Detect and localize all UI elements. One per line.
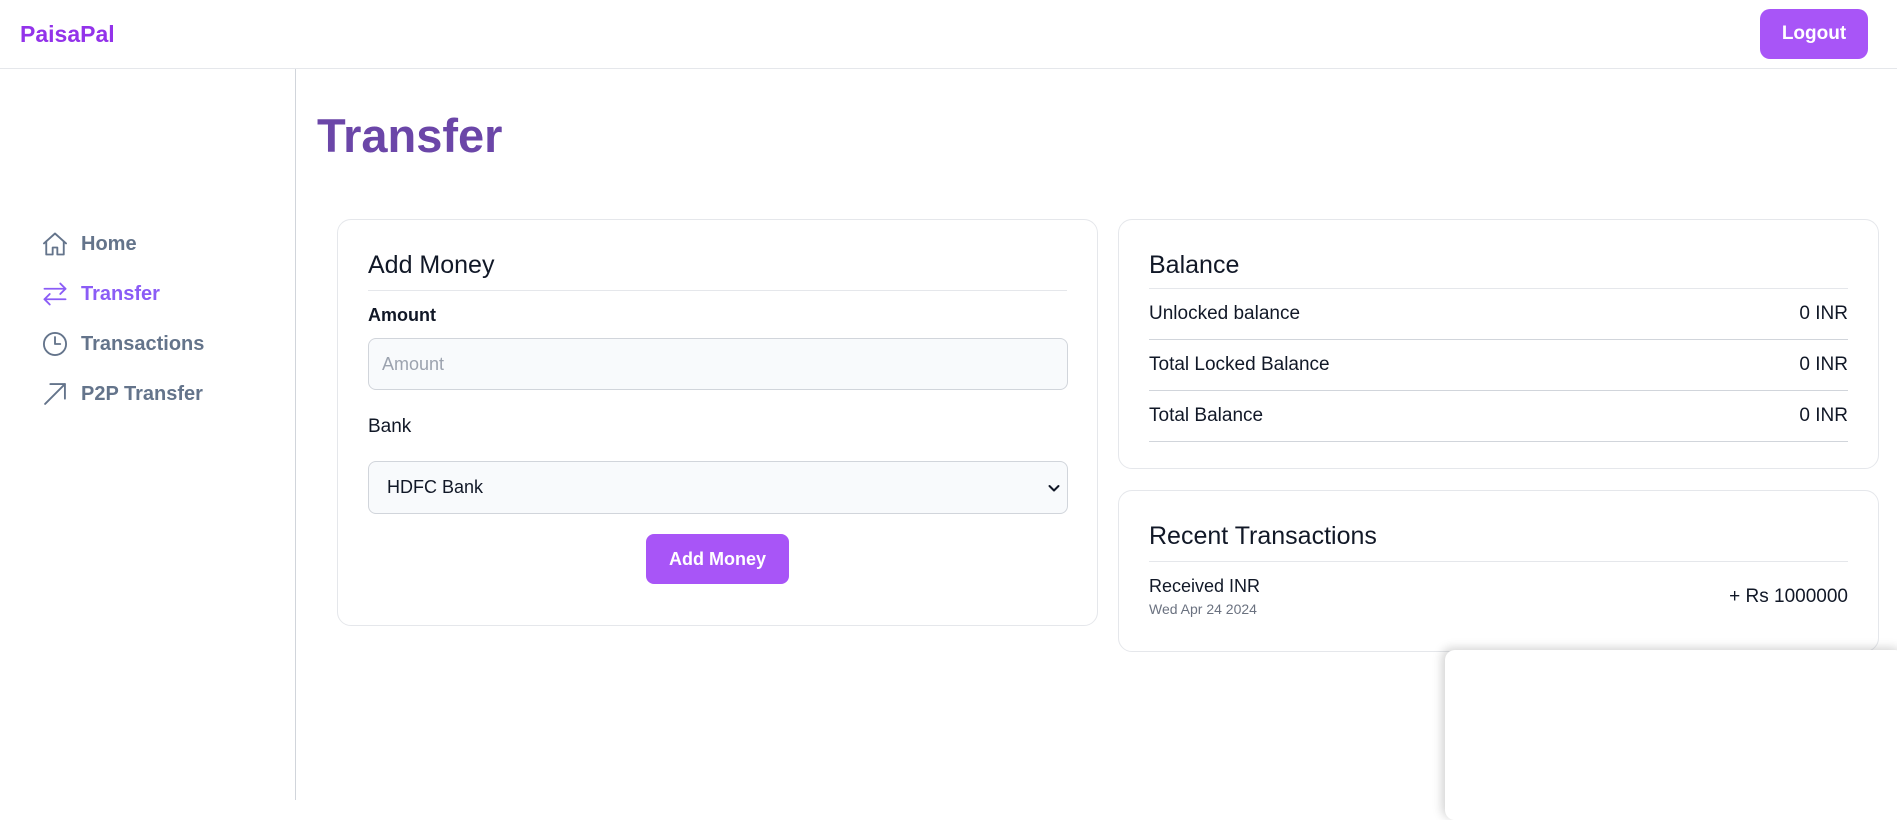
transaction-info: Received INR Wed Apr 24 2024	[1149, 576, 1260, 617]
balance-title: Balance	[1149, 251, 1848, 289]
balance-row-locked: Total Locked Balance 0 INR	[1149, 340, 1848, 391]
bank-select-value: HDFC Bank	[387, 477, 484, 497]
sidebar-item-label: Transactions	[81, 332, 205, 355]
brand-logo[interactable]: PaisaPal	[20, 21, 115, 48]
transaction-row: Received INR Wed Apr 24 2024 + Rs 100000…	[1149, 576, 1848, 617]
add-money-title: Add Money	[368, 251, 1067, 291]
transaction-title: Received INR	[1149, 576, 1261, 596]
balance-row-value: 0 INR	[1799, 354, 1848, 375]
recent-transactions-title: Recent Transactions	[1149, 522, 1848, 562]
balance-row-value: 0 INR	[1799, 303, 1848, 324]
home-icon	[41, 230, 69, 258]
sidebar: Home Transfer Transactions P2P Transfer	[0, 69, 296, 800]
balance-row-label: Unlocked balance	[1149, 303, 1301, 324]
sidebar-item-transactions[interactable]: Transactions	[41, 319, 204, 369]
add-money-button-wrap: Add Money	[368, 534, 1067, 584]
clock-icon	[41, 330, 69, 358]
transaction-date: Wed Apr 24 2024	[1149, 601, 1257, 617]
balance-row-label: Total Balance	[1149, 405, 1264, 426]
arrows-right-left-icon	[41, 280, 69, 308]
bank-select[interactable]: HDFC Bank	[368, 461, 1068, 514]
sidebar-item-transfer[interactable]: Transfer	[41, 269, 204, 319]
amount-input[interactable]	[368, 338, 1068, 390]
chevron-down-icon	[1046, 480, 1062, 496]
arrow-up-right-icon	[41, 380, 69, 408]
top-bar: PaisaPal Logout	[0, 0, 1897, 69]
balance-row-label: Total Locked Balance	[1149, 354, 1330, 375]
transaction-amount: + Rs 1000000	[1729, 585, 1848, 607]
sidebar-item-p2p-transfer[interactable]: P2P Transfer	[41, 369, 204, 419]
sidebar-item-label: P2P Transfer	[81, 382, 203, 405]
balance-row-total: Total Balance 0 INR	[1149, 391, 1848, 442]
sidebar-nav: Home Transfer Transactions P2P Transfer	[41, 219, 204, 419]
recent-transactions-card: Recent Transactions Received INR Wed Apr…	[1118, 490, 1879, 652]
sidebar-item-label: Home	[81, 232, 137, 255]
bank-label: Bank	[368, 416, 412, 437]
page-title: Transfer	[317, 109, 503, 162]
balance-row-value: 0 INR	[1799, 405, 1848, 426]
balance-row-unlocked: Unlocked balance 0 INR	[1149, 289, 1848, 340]
sidebar-item-home[interactable]: Home	[41, 219, 204, 269]
add-money-button[interactable]: Add Money	[646, 534, 789, 584]
add-money-card: Add Money Amount Bank HDFC Bank Add Mone…	[337, 219, 1098, 626]
sidebar-item-label: Transfer	[81, 282, 160, 305]
amount-label: Amount	[368, 305, 436, 325]
logout-button[interactable]: Logout	[1760, 9, 1868, 59]
floating-panel	[1445, 650, 1897, 820]
balance-card: Balance Unlocked balance 0 INR Total Loc…	[1118, 219, 1879, 469]
